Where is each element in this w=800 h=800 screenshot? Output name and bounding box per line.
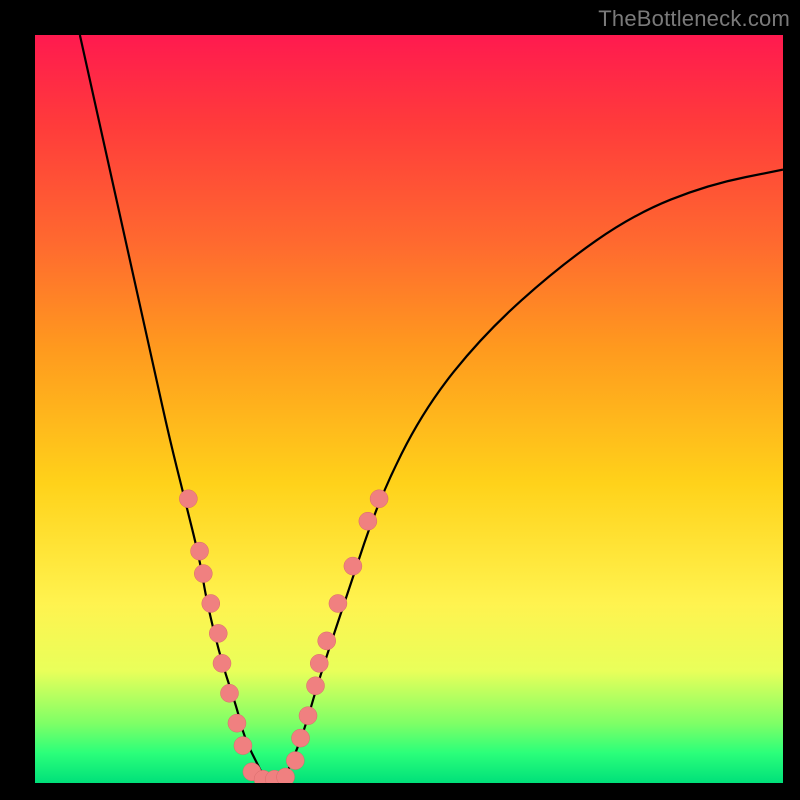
marker-dot — [329, 594, 347, 612]
marker-dot — [307, 677, 325, 695]
marker-dot — [202, 594, 220, 612]
marker-dot — [194, 565, 212, 583]
watermark-text: TheBottleneck.com — [598, 6, 790, 32]
bottleneck-curve — [80, 35, 783, 783]
marker-dot — [359, 512, 377, 530]
markers-group — [179, 490, 388, 783]
chart-stage: TheBottleneck.com — [0, 0, 800, 800]
curve-svg — [35, 35, 783, 783]
marker-dot — [277, 768, 295, 783]
marker-dot — [179, 490, 197, 508]
marker-dot — [299, 707, 317, 725]
marker-dot — [292, 729, 310, 747]
marker-dot — [286, 752, 304, 770]
marker-dot — [318, 632, 336, 650]
marker-dot — [191, 542, 209, 560]
marker-dot — [370, 490, 388, 508]
marker-dot — [220, 684, 238, 702]
marker-dot — [228, 714, 246, 732]
marker-dot — [213, 654, 231, 672]
plot-area — [35, 35, 783, 783]
marker-dot — [344, 557, 362, 575]
marker-dot — [209, 624, 227, 642]
marker-dot — [234, 737, 252, 755]
marker-dot — [310, 654, 328, 672]
